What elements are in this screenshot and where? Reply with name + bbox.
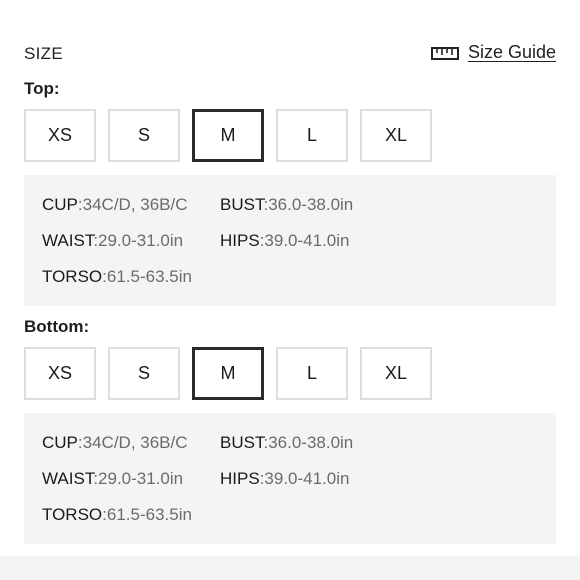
top-cup-measurement: CUP:34C/D, 36B/C [42,195,188,214]
top-size-xs-button[interactable]: XS [24,109,96,162]
top-waist-measurement: WAIST:29.0-31.0in [42,231,184,250]
bottom-section-label: Bottom: [24,317,90,336]
measurement-row: TORSO:61.5-63.5in [42,267,538,303]
bottom-divider [0,556,580,580]
bottom-measurements-panel: CUP:34C/D, 36B/C BUST:36.0-38.0in WAIST:… [24,413,556,544]
size-guide-link[interactable]: Size Guide [430,42,556,63]
size-guide-label[interactable]: Size Guide [468,42,556,63]
top-torso-measurement: TORSO:61.5-63.5in [42,267,192,286]
top-size-s-button[interactable]: S [108,109,180,162]
size-heading: SIZE [24,44,63,63]
bottom-bust-measurement: BUST:36.0-38.0in [220,433,354,452]
bottom-cup-measurement: CUP:34C/D, 36B/C [42,433,188,452]
measurement-row: TORSO:61.5-63.5in [42,505,538,541]
top-size-xl-button[interactable]: XL [360,109,432,162]
bottom-size-s-button[interactable]: S [108,347,180,400]
bottom-size-m-button[interactable]: M [192,347,264,400]
bottom-torso-measurement: TORSO:61.5-63.5in [42,505,192,524]
top-size-l-button[interactable]: L [276,109,348,162]
bottom-size-xl-button[interactable]: XL [360,347,432,400]
measurement-row: WAIST:29.0-31.0in HIPS:39.0-41.0in [42,469,538,505]
bottom-hips-measurement: HIPS:39.0-41.0in [220,469,350,488]
bottom-waist-measurement: WAIST:29.0-31.0in [42,469,184,488]
top-bust-measurement: BUST:36.0-38.0in [220,195,354,214]
bottom-size-xs-button[interactable]: XS [24,347,96,400]
ruler-icon [430,46,459,60]
top-hips-measurement: HIPS:39.0-41.0in [220,231,350,250]
top-measurements-panel: CUP:34C/D, 36B/C BUST:36.0-38.0in WAIST:… [24,175,556,306]
top-size-m-button[interactable]: M [192,109,264,162]
bottom-size-l-button[interactable]: L [276,347,348,400]
bottom-size-selector: XS S M L XL [24,347,432,400]
measurement-row: WAIST:29.0-31.0in HIPS:39.0-41.0in [42,231,538,267]
measurement-row: CUP:34C/D, 36B/C BUST:36.0-38.0in [42,195,538,231]
top-size-selector: XS S M L XL [24,109,432,162]
measurement-row: CUP:34C/D, 36B/C BUST:36.0-38.0in [42,433,538,469]
top-section-label: Top: [24,79,60,98]
